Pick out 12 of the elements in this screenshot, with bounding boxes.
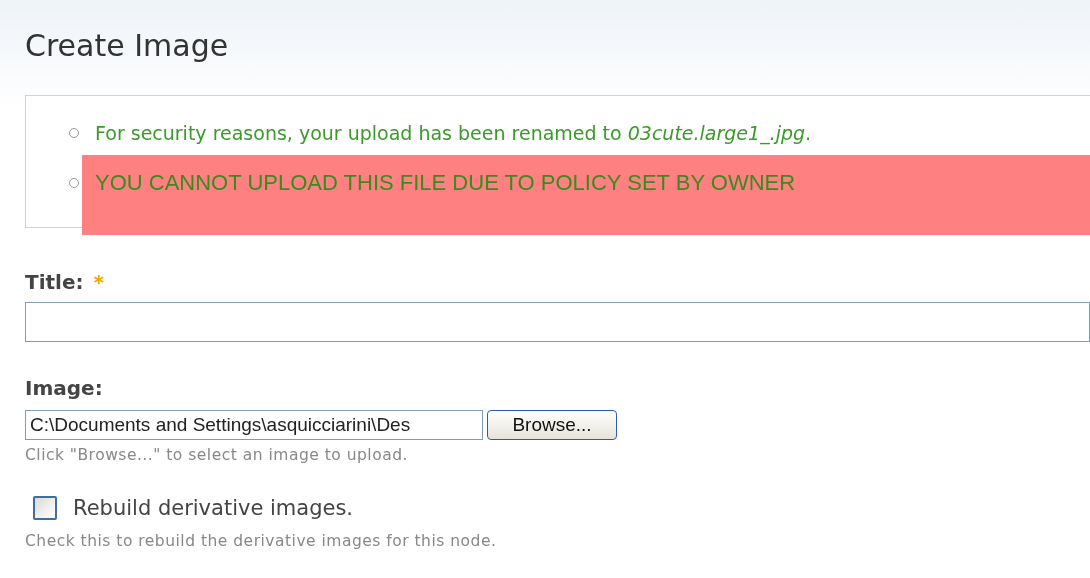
checkbox[interactable] <box>33 496 57 520</box>
status-message: For security reasons, your upload has been renamed to 03cute.large1_.jpg. <box>95 122 812 144</box>
help-text: Check this to rebuild the derivative images for this node. <box>25 532 498 550</box>
title-field[interactable] <box>25 302 1090 342</box>
alert-text: YOU CANNOT UPLOAD THIS FILE DUE TO POLICY SET BY OWNER <box>95 169 796 196</box>
browse-button[interactable]: Browse... <box>487 410 617 440</box>
required-mark: * <box>93 270 104 294</box>
help-text: Click "Browse..." to select an image to upload. <box>25 446 409 464</box>
field-label: Image: <box>25 376 103 400</box>
field-label: Title: <box>25 270 84 294</box>
file-path-field[interactable]: C:\Documents and Settings\asquicciarini\Des <box>25 410 483 440</box>
checkbox-label: Rebuild derivative images. <box>73 496 353 520</box>
